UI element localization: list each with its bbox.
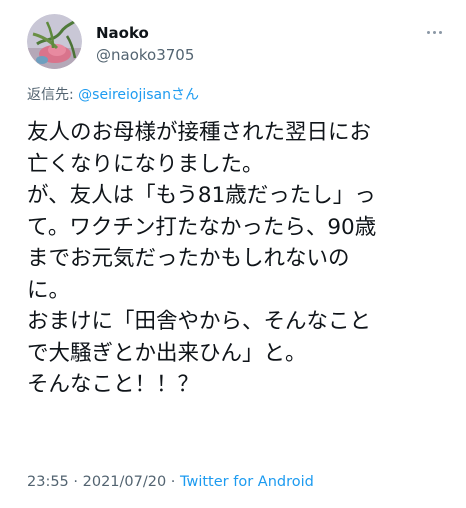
tweet-source-link[interactable]: Twitter for Android bbox=[180, 474, 314, 490]
reply-to-mention-link[interactable]: @seireiojisanさん bbox=[78, 87, 199, 103]
tweet-date[interactable]: 2021/07/20 bbox=[83, 474, 167, 490]
tweet-text-line: で大騒ぎとか出来ひん」と。 bbox=[27, 340, 307, 366]
tweet-text-line: 亡くなりになりました。 bbox=[27, 151, 264, 177]
tweet-text-line: そんなこと！！？ bbox=[27, 372, 200, 397]
tweet-text-line: が、友人は「もう81歳だったし」っ bbox=[27, 183, 376, 208]
tweet-meta: 23:55 · 2021/07/20 · Twitter for Android bbox=[27, 474, 314, 490]
tweet-text-line: て。ワクチン打たなかったら、90歳 bbox=[27, 214, 377, 240]
tweet-text-line: に。 bbox=[27, 277, 71, 303]
tweet-time[interactable]: 23:55 bbox=[27, 474, 69, 490]
more-options-icon[interactable] bbox=[421, 22, 447, 42]
reply-to-line: 返信先: @seireiojisanさん bbox=[27, 84, 199, 104]
reply-to-label: 返信先: bbox=[27, 87, 74, 103]
avatar[interactable] bbox=[27, 14, 82, 69]
tweet-text-line: おまけに「田舎やから、そんなこと bbox=[27, 309, 372, 334]
tweet-text-line: までお元気だったかもしれないの bbox=[27, 246, 350, 271]
meta-separator: · bbox=[68, 474, 83, 490]
tweet-text-line: 友人のお母様が接種された翌日にお bbox=[27, 120, 372, 145]
tweet-text: 友人のお母様が接種された翌日にお 亡くなりになりました。 が、友人は「もう81歳… bbox=[27, 117, 457, 401]
user-handle[interactable]: @naoko3705 bbox=[96, 46, 194, 64]
display-name[interactable]: Naoko bbox=[96, 24, 149, 42]
meta-separator: · bbox=[166, 474, 181, 490]
